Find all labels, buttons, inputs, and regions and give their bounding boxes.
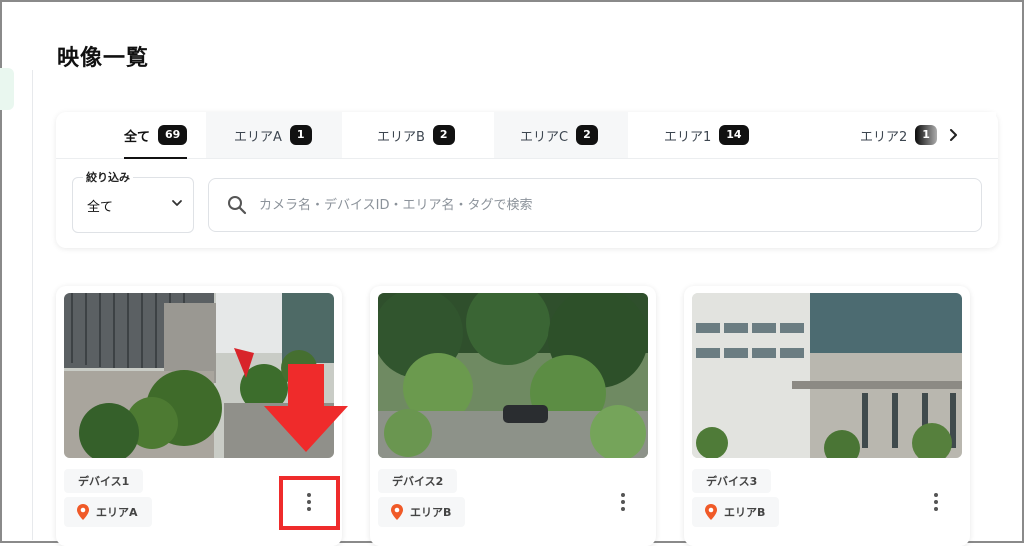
chevron-right-icon [950, 129, 957, 141]
area-chip: エリアA [64, 497, 152, 527]
filter-select-value: 全て [87, 200, 114, 215]
tab-label: エリアB [377, 129, 425, 145]
tab-count-badge: 2 [576, 125, 598, 145]
more-vertical-icon [621, 493, 625, 497]
device-name-chip: デバイス1 [64, 469, 144, 493]
search-field[interactable] [208, 178, 982, 232]
tab-label: 全て [124, 129, 151, 145]
tab-count-badge: 69 [158, 125, 188, 145]
tab-area-a[interactable]: エリアA 1 [206, 112, 342, 158]
page-title: 映像一覧 [57, 46, 150, 71]
area-tabs: 全て 69 エリアA 1 エリアB 2 エリアC 2 エリア1 14 エリア2 … [56, 112, 998, 159]
chevron-down-icon [172, 200, 182, 206]
device-name: デバイス1 [78, 475, 130, 488]
search-input[interactable] [257, 191, 961, 219]
search-icon [228, 196, 247, 215]
tab-area-c[interactable]: エリアC 2 [494, 112, 628, 158]
tab-label: エリアA [234, 129, 282, 145]
more-options-button[interactable] [611, 490, 635, 514]
video-thumbnail[interactable] [692, 293, 962, 458]
video-thumbnail[interactable] [378, 293, 648, 458]
location-pin-icon [705, 504, 717, 520]
sidebar-rail [0, 68, 14, 110]
video-card[interactable]: デバイス3 エリアB [684, 286, 970, 546]
tab-area-1[interactable]: エリア1 14 [664, 112, 749, 158]
tab-count-badge: 14 [719, 125, 749, 145]
filter-select[interactable]: 絞り込み 全て [72, 169, 194, 233]
filter-panel: 全て 69 エリアA 1 エリアB 2 エリアC 2 エリア1 14 エリア2 … [56, 112, 998, 248]
more-vertical-icon [934, 493, 938, 497]
device-name: デバイス2 [392, 475, 444, 488]
filter-select-label: 絞り込み [83, 169, 133, 185]
area-name: エリアA [96, 506, 138, 519]
device-name: デバイス3 [706, 475, 758, 488]
more-options-button[interactable] [924, 490, 948, 514]
annotation-highlight-box [279, 476, 340, 530]
area-name: エリアB [724, 506, 766, 519]
device-name-chip: デバイス3 [692, 469, 772, 493]
tab-label: エリア1 [664, 129, 712, 145]
location-pin-icon [391, 504, 403, 520]
tab-label: エリア2 [860, 129, 908, 145]
tab-all[interactable]: 全て 69 [124, 112, 188, 159]
tab-label: エリアC [520, 129, 569, 145]
tab-count-badge: 2 [432, 125, 455, 145]
tab-area-b[interactable]: エリアB 2 [377, 112, 455, 158]
location-pin-icon [77, 504, 89, 520]
device-name-chip: デバイス2 [378, 469, 458, 493]
annotation-arrow-down-icon [264, 364, 348, 452]
sidebar-divider [32, 70, 33, 540]
area-name: エリアB [410, 506, 452, 519]
tabs-scroll-right-button[interactable] [940, 122, 966, 148]
area-chip: エリアB [692, 497, 780, 527]
video-card[interactable]: デバイス2 エリアB [370, 286, 656, 546]
area-chip: エリアB [378, 497, 466, 527]
tab-count-badge: 1 [289, 125, 312, 145]
